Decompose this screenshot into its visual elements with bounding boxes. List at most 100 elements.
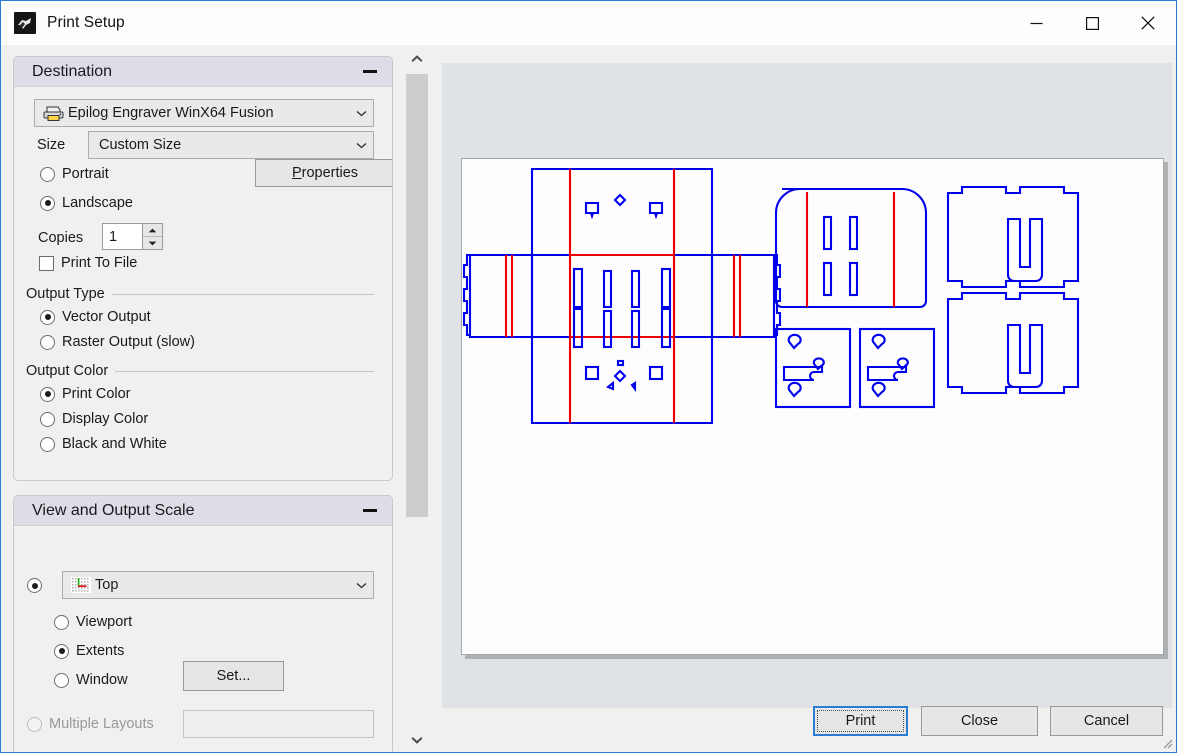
close-icon[interactable] — [1120, 1, 1176, 45]
minimize-icon[interactable] — [1008, 1, 1064, 45]
radio-indicator — [54, 672, 69, 688]
copies-arrows[interactable] — [142, 224, 162, 249]
radio-landscape[interactable]: Landscape — [40, 195, 133, 211]
radio-all-layouts-label: All Layouts — [49, 751, 120, 752]
radio-portrait[interactable]: Portrait — [40, 166, 109, 182]
radio-display-color-label: Display Color — [62, 411, 149, 427]
chevron-down-icon — [349, 582, 373, 589]
radio-indicator — [27, 751, 42, 752]
radio-indicator — [40, 166, 55, 182]
properties-button-label-rest: roperties — [301, 165, 359, 181]
radio-indicator — [40, 411, 55, 427]
rhino-icon — [14, 12, 36, 34]
printer-combo[interactable]: Epilog Engraver WinX64 Fusion — [34, 99, 374, 127]
radio-portrait-label: Portrait — [62, 166, 109, 182]
cancel-button[interactable]: Cancel — [1050, 706, 1163, 736]
spinner-up-icon[interactable] — [143, 224, 162, 237]
view-scale-group: View and Output Scale Top Viewport Exten… — [13, 495, 393, 752]
resize-grip[interactable] — [1159, 735, 1173, 749]
radio-indicator — [40, 386, 55, 402]
scroll-up-icon[interactable] — [404, 46, 430, 72]
scroll-down-icon[interactable] — [404, 727, 430, 752]
radio-indicator — [54, 643, 69, 659]
dialog-button-bar: Print Close Cancel — [431, 692, 1176, 752]
dieline-drawing — [462, 167, 1080, 425]
radio-viewport-label: Viewport — [76, 614, 133, 630]
size-label: Size — [37, 137, 66, 153]
radio-vector-output[interactable]: Vector Output — [40, 309, 151, 325]
checkbox-indicator — [39, 255, 54, 271]
print-button-label: Print — [845, 713, 876, 729]
radio-indicator — [40, 309, 55, 325]
print-preview-page[interactable] — [461, 158, 1164, 655]
close-button[interactable]: Close — [921, 706, 1038, 736]
radio-viewport[interactable]: Viewport — [54, 614, 132, 630]
copies-stepper[interactable]: 1 — [102, 223, 163, 250]
collapse-minus-icon[interactable] — [361, 502, 379, 520]
set-button[interactable]: Set... — [183, 661, 284, 691]
radio-indicator — [40, 334, 55, 350]
maximize-icon[interactable] — [1064, 1, 1120, 45]
view-scale-group-header[interactable]: View and Output Scale — [14, 496, 392, 526]
view-combo[interactable]: Top — [62, 571, 374, 599]
radio-landscape-label: Landscape — [62, 195, 133, 211]
set-button-label: Set... — [216, 668, 251, 684]
copies-label: Copies — [38, 230, 84, 246]
radio-display-color[interactable]: Display Color — [40, 411, 148, 427]
printer-combo-value: Epilog Engraver WinX64 Fusion — [68, 105, 274, 121]
radio-window-label: Window — [76, 672, 128, 688]
radio-indicator — [27, 578, 42, 593]
destination-group-header[interactable]: Destination — [14, 57, 392, 87]
radio-print-color[interactable]: Print Color — [40, 386, 131, 402]
radio-extents[interactable]: Extents — [54, 643, 124, 659]
destination-body: Epilog Engraver WinX64 Fusion Size Custo… — [14, 87, 392, 480]
view-scale-body: Top Viewport Extents Window Set... Multi… — [14, 526, 392, 752]
radio-black-and-white[interactable]: Black and White — [40, 436, 167, 452]
radio-extents-label: Extents — [76, 643, 125, 659]
settings-scrollbar[interactable] — [404, 46, 430, 752]
radio-indicator — [40, 195, 55, 211]
radio-vector-output-label: Vector Output — [62, 309, 151, 325]
size-combo-value: Custom Size — [99, 137, 182, 153]
radio-multiple-layouts[interactable]: Multiple Layouts — [27, 716, 154, 732]
output-type-divider — [110, 294, 374, 295]
print-to-file-label: Print To File — [61, 255, 138, 271]
print-button[interactable]: Print — [813, 706, 908, 736]
radio-view-source[interactable] — [27, 578, 49, 593]
window-title: Print Setup — [47, 14, 125, 31]
preview-panel[interactable] — [442, 63, 1172, 708]
radio-black-and-white-label: Black and White — [62, 436, 167, 452]
copies-value[interactable]: 1 — [103, 224, 142, 249]
destination-group: Destination Epilog Engraver WinX64 Fusio… — [13, 56, 393, 481]
properties-button[interactable]: Properties — [255, 159, 392, 187]
radio-indicator — [54, 614, 69, 630]
print-setup-window: Print Setup Destination Epilog Engraver … — [0, 0, 1177, 753]
radio-all-layouts[interactable]: All Layouts — [27, 751, 120, 752]
radio-print-color-label: Print Color — [62, 386, 131, 402]
destination-title: Destination — [32, 62, 113, 80]
chevron-down-icon — [349, 142, 373, 149]
radio-indicator — [40, 436, 55, 452]
size-combo[interactable]: Custom Size — [88, 131, 374, 159]
scrollbar-thumb[interactable] — [406, 74, 428, 517]
output-type-caption: Output Type — [26, 286, 112, 302]
radio-raster-output-label: Raster Output (slow) — [62, 334, 195, 350]
settings-pane: Destination Epilog Engraver WinX64 Fusio… — [2, 45, 403, 752]
spinner-down-icon[interactable] — [143, 237, 162, 249]
window-controls — [1008, 1, 1176, 45]
output-color-caption: Output Color — [26, 363, 116, 379]
close-button-label: Close — [960, 713, 999, 729]
cancel-button-label: Cancel — [1083, 713, 1130, 729]
output-color-divider — [114, 371, 374, 372]
preview-area — [431, 46, 1176, 752]
title-bar: Print Setup — [1, 1, 1176, 45]
radio-indicator — [27, 716, 42, 732]
chevron-down-icon — [349, 110, 373, 117]
radio-window[interactable]: Window — [54, 672, 128, 688]
radio-raster-output[interactable]: Raster Output (slow) — [40, 334, 195, 350]
print-to-file-checkbox[interactable]: Print To File — [39, 255, 137, 271]
collapse-minus-icon[interactable] — [361, 63, 379, 81]
view-combo-value: Top — [95, 577, 119, 593]
view-scale-title: View and Output Scale — [32, 501, 195, 519]
layouts-textbox[interactable] — [183, 710, 374, 738]
